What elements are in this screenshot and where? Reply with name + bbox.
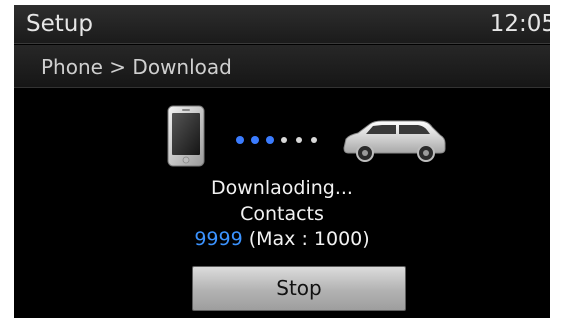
title-bar: Setup 12:05 <box>14 5 550 44</box>
screen-title: Setup <box>26 11 93 37</box>
download-count-line: 9999 (Max : 1000) <box>14 228 550 250</box>
progress-dot-active <box>251 136 259 144</box>
progress-dot-active <box>266 136 274 144</box>
progress-dot-inactive <box>296 137 302 143</box>
car-icon <box>343 120 446 162</box>
progress-dot-active <box>236 136 244 144</box>
phone-icon <box>167 105 205 167</box>
breadcrumb: Phone > Download <box>41 55 232 79</box>
progress-dot-inactive <box>281 137 287 143</box>
max-count: (Max : 1000) <box>242 228 370 250</box>
downloaded-count: 9999 <box>194 228 243 250</box>
breadcrumb-bar: Phone > Download <box>14 45 550 88</box>
download-status: Downlaoding... <box>211 177 353 199</box>
clock: 12:05 <box>489 11 550 37</box>
stop-button[interactable]: Stop <box>192 266 406 311</box>
head-unit-screen: Setup 12:05 Phone > Download Downlaoding… <box>14 5 550 318</box>
download-category: Contacts <box>240 203 324 225</box>
progress-dot-inactive <box>311 137 317 143</box>
